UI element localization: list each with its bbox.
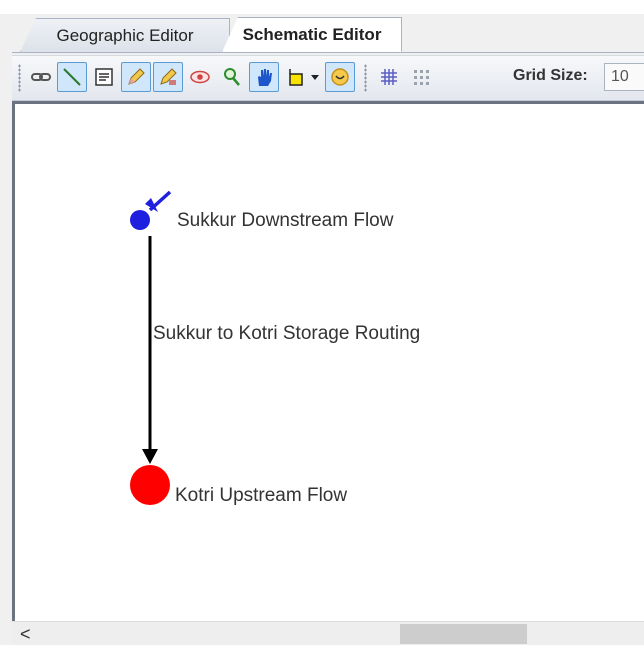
toolbar-grip-2[interactable] (364, 64, 367, 92)
schematic-editor-window: Geographic Editor Schematic Editor Grid … (0, 0, 644, 655)
schematic-canvas[interactable]: Sukkur Downstream Flow Sukkur to Kotri S… (12, 101, 644, 621)
window-top-strip (0, 0, 644, 14)
schematic-toolbar: Grid Size: (12, 55, 644, 101)
node-shape-icon (289, 69, 303, 86)
node-shape-dropdown[interactable] (308, 62, 322, 92)
grid-size-input[interactable] (604, 63, 644, 91)
grid-size-label: Grid Size: (513, 67, 588, 84)
node-shape-button[interactable] (281, 62, 311, 92)
pencil-delete-icon (160, 68, 177, 85)
pan-button[interactable] (249, 62, 279, 92)
eye-icon (190, 70, 210, 84)
kotri-upstream-node[interactable] (130, 465, 170, 505)
schematic-diagram (130, 190, 172, 505)
layer-button[interactable] (325, 62, 355, 92)
kotri-node-label: Kotri Upstream Flow (175, 485, 348, 506)
editor-tab-bar: Geographic Editor Schematic Editor (12, 14, 644, 53)
sukkur-node-label: Sukkur Downstream Flow (177, 210, 394, 231)
node-dropdown-icon (311, 75, 319, 80)
tab-geographic-editor[interactable]: Geographic Editor (20, 18, 230, 52)
link-tool-button[interactable] (26, 62, 56, 92)
zoom-button[interactable] (217, 62, 247, 92)
pencil-edit-icon (128, 68, 145, 85)
window-bottom-strip (0, 645, 644, 655)
tab-schematic-editor[interactable]: Schematic Editor (222, 17, 402, 52)
draw-line-button[interactable] (57, 62, 87, 92)
zoom-icon (224, 68, 240, 86)
grid-icon (381, 69, 397, 85)
snap-grid-button[interactable] (406, 62, 436, 92)
hand-pan-icon (258, 69, 272, 86)
text-note-button[interactable] (89, 62, 119, 92)
routing-link-arrowhead (142, 449, 158, 464)
pencil-edit-button[interactable] (121, 62, 151, 92)
draw-line-icon (63, 68, 81, 86)
scroll-left-button[interactable]: < (20, 624, 31, 645)
routing-link-label: Sukkur to Kotri Storage Routing (153, 323, 421, 344)
text-note-icon (95, 68, 113, 86)
toolbar-grip[interactable] (18, 64, 21, 92)
scroll-thumb[interactable] (400, 624, 527, 644)
snap-grid-icon (414, 70, 429, 85)
sukkur-downstream-node[interactable] (130, 210, 150, 230)
link-icon (31, 73, 51, 81)
pencil-delete-button[interactable] (153, 62, 183, 92)
horizontal-scrollbar[interactable]: < (12, 621, 644, 646)
layer-icon (331, 68, 349, 86)
grid-toggle-button[interactable] (374, 62, 404, 92)
view-button[interactable] (185, 62, 215, 92)
